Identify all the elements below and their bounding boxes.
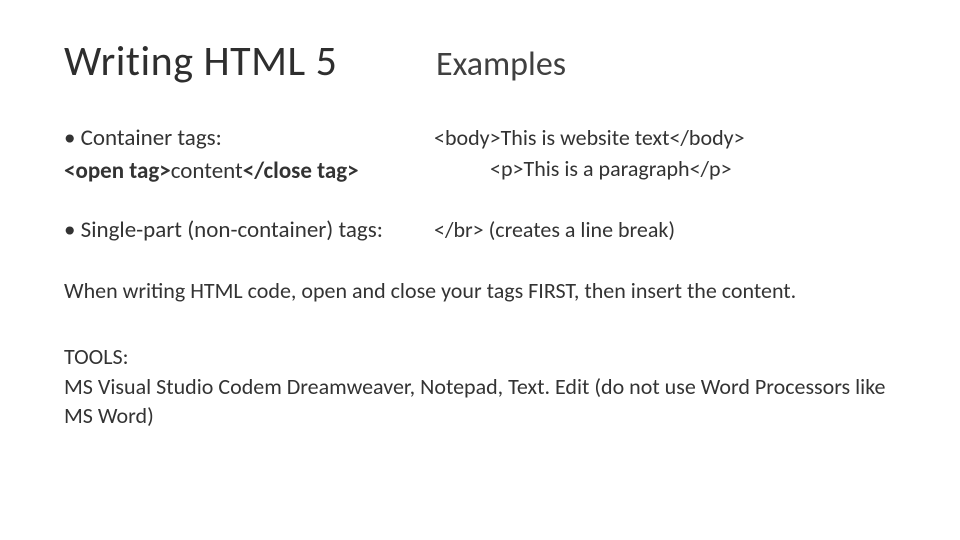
- container-tags-text: • Container tags: <open tag>content</clo…: [64, 123, 434, 187]
- row-single-part-tags: • Single-part (non-container) tags: </br…: [64, 215, 904, 248]
- slide-title: Writing HTML 5: [64, 36, 424, 87]
- tag-pattern: <open tag>content</close tag>: [64, 156, 434, 187]
- bullet-container-tags: • Container tags:: [64, 123, 434, 154]
- close-tag: </close tag>: [243, 157, 359, 185]
- tools-text: MS Visual Studio Codem Dreamweaver, Note…: [64, 372, 904, 431]
- container-tags-example: <body>This is website text</body> <p>Thi…: [434, 123, 904, 187]
- tag-content: content: [171, 157, 243, 185]
- single-part-text: • Single-part (non-container) tags:: [64, 215, 434, 248]
- single-part-example: </br> (creates a line break): [434, 215, 904, 248]
- examples-heading: Examples: [436, 44, 566, 85]
- bullet-single-part: • Single-part (non-container) tags:: [64, 215, 434, 246]
- row-container-tags: • Container tags: <open tag>content</clo…: [64, 123, 904, 187]
- example-br-tag: </br> (creates a line break): [434, 215, 904, 246]
- open-tag: <open tag>: [64, 157, 171, 185]
- slide: Writing HTML 5 Examples • Container tags…: [0, 0, 960, 540]
- example-body-tag: <body>This is website text</body>: [434, 123, 904, 154]
- tools-label: TOOLS:: [64, 342, 904, 372]
- writing-note: When writing HTML code, open and close y…: [64, 276, 904, 306]
- title-row: Writing HTML 5 Examples: [64, 36, 904, 87]
- tools-block: TOOLS: MS Visual Studio Codem Dreamweave…: [64, 342, 904, 431]
- example-p-tag: <p>This is a paragraph</p>: [434, 154, 904, 185]
